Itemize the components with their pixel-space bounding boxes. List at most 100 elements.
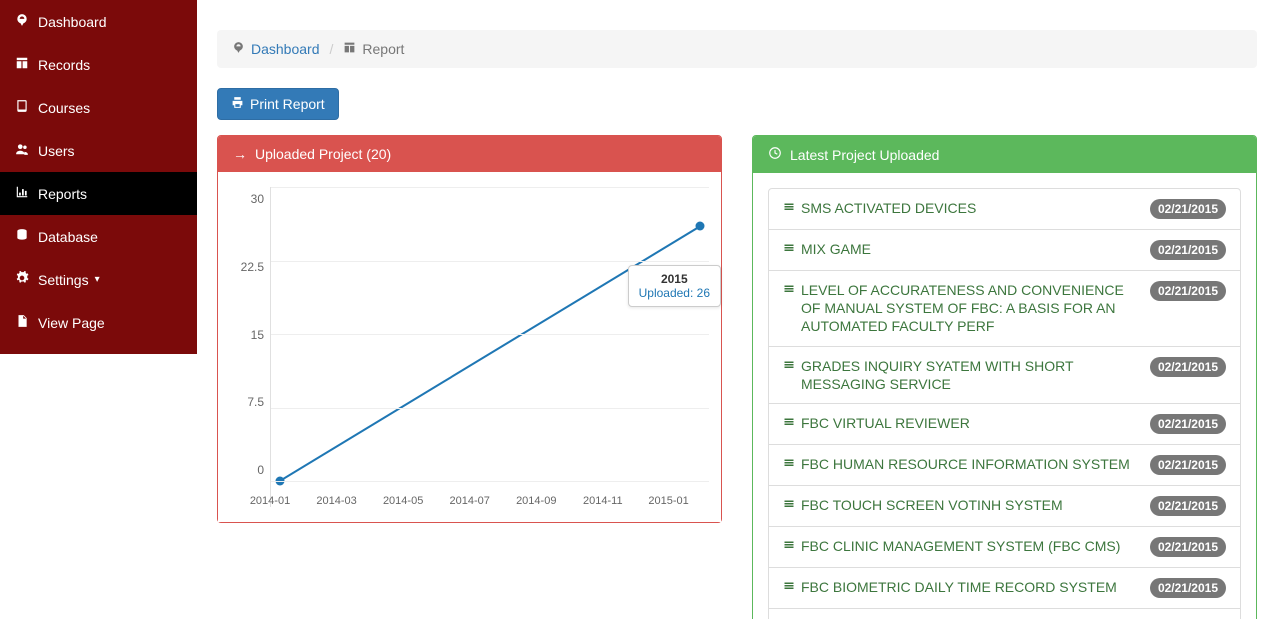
project-list-body: SMS ACTIVATED DEVICES02/21/2015MIX GAME0…	[753, 173, 1256, 619]
date-badge: 02/21/2015	[1150, 281, 1226, 301]
breadcrumb-link-dashboard[interactable]: Dashboard	[251, 41, 320, 57]
sidebar: Dashboard Records Courses Users Reports	[0, 0, 197, 354]
project-link[interactable]: MIX GAME	[783, 240, 1140, 259]
chart-point-end	[696, 222, 705, 231]
list-item: FBC TOUCH SCREEN VOTINH SYSTEM02/21/2015	[769, 486, 1240, 527]
date-badge: 02/21/2015	[1150, 199, 1226, 219]
chart-x-axis: 2014-012014-032014-052014-072014-092014-…	[270, 489, 709, 507]
chart-tooltip: 2015 Uploaded: 26	[628, 265, 721, 307]
panel-heading: Latest Project Uploaded	[753, 136, 1256, 173]
list-item: GRADES INQUIRY SYATEM WITH SHORT MESSAGI…	[769, 347, 1240, 404]
list-icon	[783, 283, 795, 300]
project-title: FBC TOUCH SCREEN VOTINH SYSTEM	[801, 496, 1063, 514]
date-badge: 02/21/2015	[1150, 414, 1226, 434]
list-item: FBC HUMAN RESOURCE INFORMATION SYSTEM 02/…	[769, 445, 1240, 486]
breadcrumb: Dashboard / Report	[217, 30, 1257, 68]
sidebar-item-settings[interactable]: Settings ▾	[0, 258, 197, 301]
chart-body: 3022.5157.50 2015 Uploaded: 26	[218, 172, 721, 522]
dashboard-icon	[14, 13, 30, 30]
dashboard-icon	[232, 41, 245, 57]
project-title: GRADES INQUIRY SYATEM WITH SHORT MESSAGI…	[801, 357, 1140, 393]
print-icon	[231, 96, 244, 112]
panel-title: Uploaded Project (20)	[255, 146, 391, 162]
project-title: LEVEL OF ACCURATENESS AND CONVENIENCE OF…	[801, 281, 1140, 336]
book-icon	[14, 99, 30, 116]
x-tick: 2014-03	[316, 495, 356, 507]
file-icon	[14, 314, 30, 331]
project-link[interactable]: FBC BIOMETRIC DAILY TIME RECORD SYSTEM	[783, 578, 1140, 597]
chevron-down-icon: ▾	[95, 274, 100, 285]
y-tick: 7.5	[230, 395, 264, 409]
breadcrumb-separator: /	[330, 41, 334, 57]
sidebar-item-reports[interactable]: Reports	[0, 172, 197, 215]
sidebar-item-label: Records	[38, 57, 90, 73]
list-icon	[783, 242, 795, 259]
project-title: FBC CLINIC MANAGEMENT SYSTEM (FBC CMS)	[801, 537, 1120, 555]
date-badge: 02/21/2015	[1150, 578, 1226, 598]
sidebar-item-label: Settings	[38, 272, 89, 288]
project-title: FBC HUMAN RESOURCE INFORMATION SYSTEM	[801, 455, 1130, 473]
list-item: MIX GAME02/21/2015	[769, 230, 1240, 271]
list-item: FBC AUTOMATED SPORTS SCHEDULING SYSTEM02…	[769, 609, 1240, 619]
main-content: Dashboard / Report Print Report → Upload…	[197, 0, 1277, 619]
list-item: LEVEL OF ACCURATENESS AND CONVENIENCE OF…	[769, 271, 1240, 347]
sidebar-item-view-page[interactable]: View Page	[0, 301, 197, 344]
database-icon	[14, 228, 30, 245]
print-button-label: Print Report	[250, 96, 325, 112]
project-title: MIX GAME	[801, 240, 871, 258]
x-tick: 2014-11	[583, 495, 623, 507]
sidebar-item-label: Courses	[38, 100, 90, 116]
gear-icon	[14, 271, 30, 288]
sidebar-item-database[interactable]: Database	[0, 215, 197, 258]
date-badge: 02/21/2015	[1150, 357, 1226, 377]
print-report-button[interactable]: Print Report	[217, 88, 339, 120]
arrow-icon: →	[233, 146, 247, 162]
panel-title: Latest Project Uploaded	[790, 147, 939, 163]
sidebar-item-label: View Page	[38, 315, 105, 331]
list-icon	[783, 580, 795, 597]
x-tick: 2015-01	[648, 495, 688, 507]
project-title: SMS ACTIVATED DEVICES	[801, 199, 976, 217]
sidebar-item-dashboard[interactable]: Dashboard	[0, 0, 197, 43]
sidebar-item-label: Users	[38, 143, 75, 159]
tooltip-year: 2015	[639, 272, 710, 286]
sidebar-item-users[interactable]: Users	[0, 129, 197, 172]
breadcrumb-current: Report	[362, 41, 404, 57]
x-tick: 2014-05	[383, 495, 423, 507]
table-icon	[14, 56, 30, 73]
list-icon	[783, 416, 795, 433]
list-icon	[783, 498, 795, 515]
tooltip-value: Uploaded: 26	[639, 286, 710, 300]
list-icon	[783, 359, 795, 376]
project-list: SMS ACTIVATED DEVICES02/21/2015MIX GAME0…	[768, 188, 1241, 619]
chart-plot: 2015 Uploaded: 26	[270, 187, 709, 507]
panel-heading: → Uploaded Project (20)	[218, 136, 721, 172]
sidebar-item-courses[interactable]: Courses	[0, 86, 197, 129]
project-link[interactable]: FBC VIRTUAL REVIEWER	[783, 414, 1140, 433]
sidebar-item-label: Database	[38, 229, 98, 245]
sidebar-item-records[interactable]: Records	[0, 43, 197, 86]
project-link[interactable]: SMS ACTIVATED DEVICES	[783, 199, 1140, 218]
project-title: FBC VIRTUAL REVIEWER	[801, 414, 970, 432]
list-item: FBC BIOMETRIC DAILY TIME RECORD SYSTEM 02…	[769, 568, 1240, 609]
x-tick: 2014-09	[516, 495, 556, 507]
chart-icon	[14, 185, 30, 202]
x-tick: 2014-01	[250, 495, 290, 507]
uploaded-project-panel: → Uploaded Project (20) 3022.5157.50	[217, 135, 722, 523]
y-tick: 15	[230, 328, 264, 342]
date-badge: 02/21/2015	[1150, 455, 1226, 475]
list-icon	[783, 201, 795, 218]
y-tick: 0	[230, 463, 264, 477]
project-link[interactable]: GRADES INQUIRY SYATEM WITH SHORT MESSAGI…	[783, 357, 1140, 393]
x-tick: 2014-07	[450, 495, 490, 507]
clock-icon	[768, 146, 782, 163]
y-tick: 30	[230, 192, 264, 206]
list-icon	[783, 539, 795, 556]
project-link[interactable]: FBC CLINIC MANAGEMENT SYSTEM (FBC CMS)	[783, 537, 1140, 556]
project-link[interactable]: FBC TOUCH SCREEN VOTINH SYSTEM	[783, 496, 1140, 515]
date-badge: 02/21/2015	[1150, 537, 1226, 557]
list-item: SMS ACTIVATED DEVICES 02/21/2015	[769, 189, 1240, 230]
project-link[interactable]: LEVEL OF ACCURATENESS AND CONVENIENCE OF…	[783, 281, 1140, 336]
project-link[interactable]: FBC HUMAN RESOURCE INFORMATION SYSTEM	[783, 455, 1140, 474]
sidebar-item-label: Dashboard	[38, 14, 107, 30]
